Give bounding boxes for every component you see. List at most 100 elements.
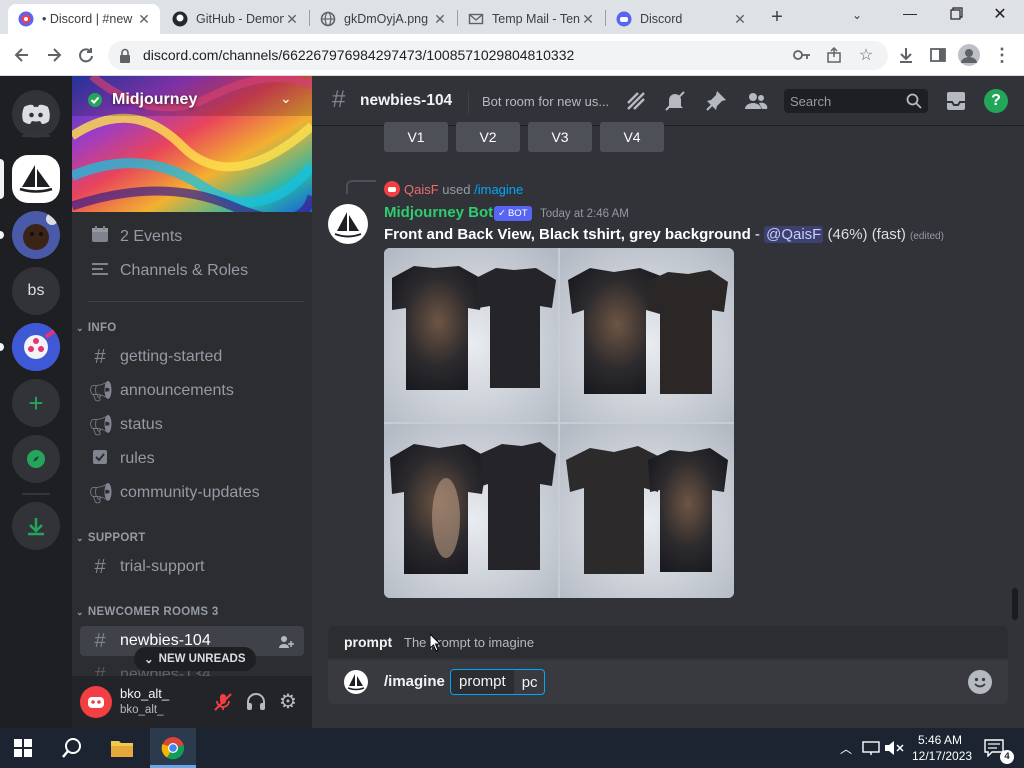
mouse-cursor-icon <box>429 632 442 652</box>
download-apps-icon[interactable] <box>12 502 60 550</box>
events-item[interactable]: 2 Events <box>80 222 304 252</box>
channel-rules[interactable]: rules <box>80 444 304 474</box>
generated-image-grid[interactable] <box>384 248 734 598</box>
minimize-button[interactable]: — <box>900 5 920 21</box>
bookmark-star-icon[interactable]: ☆ <box>854 43 878 67</box>
reply-username[interactable]: QaisF <box>404 182 439 197</box>
server-avatar-icon[interactable] <box>12 211 60 259</box>
prompt-value[interactable]: pc <box>514 674 544 691</box>
reply-preview[interactable]: QaisF used /imagine <box>404 182 523 197</box>
midjourney-server-icon[interactable] <box>12 155 60 203</box>
new-tab-button[interactable]: + <box>764 6 790 30</box>
help-icon[interactable]: ? <box>984 89 1008 113</box>
chat-scrollbar[interactable] <box>1012 588 1018 620</box>
headphones-icon[interactable] <box>245 692 267 712</box>
share-icon[interactable] <box>822 43 846 67</box>
channel-community-updates[interactable]: 📢︎ community-updates <box>80 478 304 508</box>
variation-button-v4[interactable]: V4 <box>600 122 664 152</box>
chevron-down-icon: ⌄ <box>144 654 154 666</box>
emoji-icon[interactable] <box>968 670 992 694</box>
tab-github[interactable]: GitHub - Demon ✕ <box>162 4 308 34</box>
forward-arrow-icon[interactable] <box>42 43 66 67</box>
message-author[interactable]: Midjourney Bot <box>384 204 493 221</box>
settings-gear-icon[interactable]: ⚙ <box>277 691 299 713</box>
category-newcomer-rooms[interactable]: ⌄ NEWCOMER ROOMS 3 <box>76 606 219 618</box>
category-info[interactable]: ⌄ INFO <box>76 322 117 334</box>
network-icon[interactable] <box>862 740 880 756</box>
server-bs[interactable]: bs <box>12 267 60 315</box>
tray-chevron-up-icon[interactable]: ︿ <box>840 740 852 757</box>
server-name[interactable]: Midjourney <box>112 91 197 109</box>
channel-announcements[interactable]: 📢︎ announcements <box>80 376 304 406</box>
reply-command[interactable]: /imagine <box>474 182 523 197</box>
film-reel-server-icon[interactable] <box>12 323 60 371</box>
channel-status[interactable]: 📢︎ status <box>80 410 304 440</box>
download-icon[interactable] <box>894 43 918 67</box>
back-arrow-icon[interactable] <box>10 43 34 67</box>
windows-start-icon[interactable] <box>14 739 32 757</box>
explore-compass-icon[interactable] <box>12 435 60 483</box>
message-timestamp[interactable]: Today at 2:46 AM <box>540 208 629 220</box>
tab-discord[interactable]: Discord ✕ <box>606 4 756 34</box>
category-support[interactable]: ⌄ SUPPORT <box>76 532 146 544</box>
inbox-icon[interactable] <box>944 89 968 113</box>
megaphone-icon: 📢︎ <box>88 414 114 437</box>
close-icon[interactable]: ✕ <box>136 11 152 28</box>
file-explorer-icon[interactable] <box>110 738 134 758</box>
add-server-icon[interactable]: + <box>12 379 60 427</box>
prompt-option-input[interactable]: prompt pc <box>450 669 545 695</box>
notification-bell-muted-icon[interactable] <box>663 89 687 113</box>
user-avatar[interactable] <box>80 686 112 718</box>
reload-icon[interactable] <box>74 43 98 67</box>
window-close-button[interactable]: ✕ <box>990 4 1010 24</box>
variation-button-v1[interactable]: V1 <box>384 122 448 152</box>
channel-trial-support[interactable]: # trial-support <box>80 552 304 582</box>
globe-favicon <box>320 11 336 27</box>
taskbar-clock[interactable]: 5:46 AM 12/17/2023 <box>912 732 972 764</box>
close-icon[interactable]: ✕ <box>732 11 748 28</box>
bot-avatar[interactable] <box>328 204 368 244</box>
url-text[interactable]: discord.com/channels/662267976984297473/… <box>143 47 574 63</box>
chevron-down-icon[interactable]: ⌄ <box>280 90 292 107</box>
side-panel-icon[interactable] <box>926 43 950 67</box>
close-icon[interactable]: ✕ <box>284 11 300 28</box>
tab-search-chevron-icon[interactable]: ⌄ <box>852 8 862 22</box>
calendar-icon <box>88 225 112 249</box>
username[interactable]: bko_alt_ <box>120 686 169 701</box>
pin-icon[interactable] <box>704 89 728 113</box>
discord-home-icon[interactable] <box>12 90 60 138</box>
mail-favicon <box>468 11 484 27</box>
variation-button-v3[interactable]: V3 <box>528 122 592 152</box>
search-icon[interactable] <box>906 93 922 109</box>
taskbar-search-icon[interactable] <box>61 737 83 759</box>
close-icon[interactable]: ✕ <box>580 11 596 28</box>
user-tag: bko_alt_ <box>120 704 164 716</box>
user-mention[interactable]: @QaisF <box>764 226 824 243</box>
reply-avatar[interactable] <box>384 181 400 197</box>
key-icon[interactable] <box>790 43 814 67</box>
variation-button-v2[interactable]: V2 <box>456 122 520 152</box>
close-icon[interactable]: ✕ <box>432 11 448 28</box>
tab-temp-mail[interactable]: Temp Mail - Ten ✕ <box>458 4 604 34</box>
threads-icon[interactable] <box>624 89 648 113</box>
member-list-icon[interactable] <box>744 89 768 113</box>
channels-roles-item[interactable]: Channels & Roles <box>80 256 304 286</box>
speaker-muted-icon[interactable] <box>884 740 904 756</box>
lock-icon[interactable] <box>118 48 132 64</box>
channel-getting-started[interactable]: # getting-started <box>80 342 304 372</box>
profile-avatar-icon[interactable] <box>958 44 980 66</box>
mic-muted-icon[interactable] <box>212 692 234 712</box>
channel-topic[interactable]: Bot room for new us... <box>482 94 609 109</box>
restore-button[interactable] <box>946 6 966 22</box>
add-member-icon[interactable] <box>278 634 294 650</box>
tab-image[interactable]: gkDmOyjA.png ✕ <box>310 4 456 34</box>
new-unreads-pill[interactable]: ⌄ NEW UNREADS <box>134 647 256 671</box>
tab-title: GitHub - Demon <box>196 12 284 26</box>
verified-badge-icon <box>88 93 102 107</box>
sidebar-divider <box>88 301 304 302</box>
message-composer[interactable]: /imagine prompt pc <box>328 660 1008 704</box>
search-input[interactable]: Search <box>784 89 928 113</box>
tab-discord-active[interactable]: • Discord | #new ✕ <box>8 4 160 34</box>
menu-kebab-icon[interactable]: ⋮ <box>990 43 1014 67</box>
chrome-taskbar-item[interactable] <box>150 728 196 768</box>
